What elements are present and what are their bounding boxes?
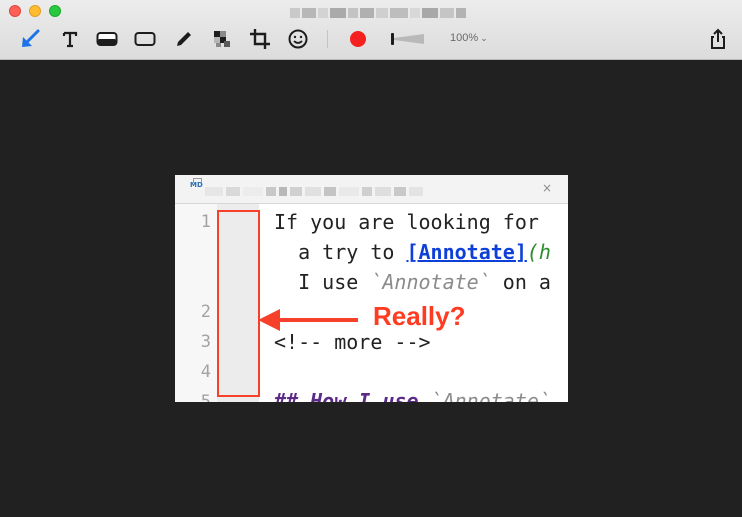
pixelate-tool-button[interactable] [210, 27, 234, 51]
rectangle-tool-button[interactable] [133, 27, 157, 51]
annotation-label[interactable]: Really? [373, 301, 466, 332]
line-number: 5 [200, 392, 211, 402]
toolbar-separator [327, 30, 328, 48]
tab-close-icon[interactable]: × [542, 181, 552, 195]
arrow-tool-button[interactable] [18, 27, 42, 51]
emoji-icon [288, 29, 308, 49]
crop-tool-button[interactable] [248, 27, 272, 51]
window-minimize-button[interactable] [29, 5, 41, 17]
screenshot-canvas: MD × 1 2 3 4 5 If you are looking for a … [175, 175, 568, 402]
line-number: 3 [200, 332, 211, 352]
tab-title-pixelated [205, 187, 423, 196]
annotation-arrow[interactable] [256, 307, 360, 333]
text-icon [62, 31, 78, 48]
chevron-down-icon: ⌄ [480, 33, 488, 43]
rectangle-icon [134, 32, 156, 46]
stroke-slider-icon [391, 33, 424, 45]
color-picker-button[interactable] [346, 27, 370, 51]
arrow-icon [22, 29, 40, 47]
color-dot-icon [350, 31, 366, 47]
code-line: I use `Annotate` on a [274, 270, 551, 294]
window-close-button[interactable] [9, 5, 21, 17]
line-number-gutter: 1 2 3 4 5 [175, 204, 217, 402]
pixelate-icon [214, 31, 230, 47]
share-button[interactable] [706, 27, 730, 51]
zoom-level-label: 100% [450, 32, 479, 44]
window-zoom-button[interactable] [49, 5, 61, 17]
emoji-tool-button[interactable] [286, 27, 310, 51]
annotation-rectangle[interactable] [217, 210, 260, 397]
highlight-tool-button[interactable] [95, 27, 119, 51]
line-number: 2 [200, 302, 211, 322]
code-line: If you are looking for [274, 210, 539, 234]
toolbar: 100% ⌄ [0, 0, 742, 60]
highlight-icon [96, 32, 118, 46]
share-icon [711, 28, 725, 49]
window-title-pixelated [290, 8, 466, 18]
zoom-level-dropdown[interactable]: 100% ⌄ [450, 32, 488, 44]
pen-tool-button[interactable] [172, 27, 196, 51]
text-tool-button[interactable] [58, 27, 82, 51]
line-number: 4 [200, 362, 211, 382]
line-number: 1 [200, 212, 211, 232]
markdown-file-icon: MD [190, 178, 203, 189]
code-line: ## How I use `Annotate` [274, 389, 551, 402]
stroke-width-slider[interactable] [388, 27, 428, 51]
markdown-link[interactable]: [Annotate] [406, 240, 526, 264]
crop-icon [250, 29, 270, 49]
editor-tab-bar: MD × [175, 175, 568, 204]
code-line: a try to [Annotate](h [274, 240, 551, 264]
pen-icon [177, 32, 191, 46]
